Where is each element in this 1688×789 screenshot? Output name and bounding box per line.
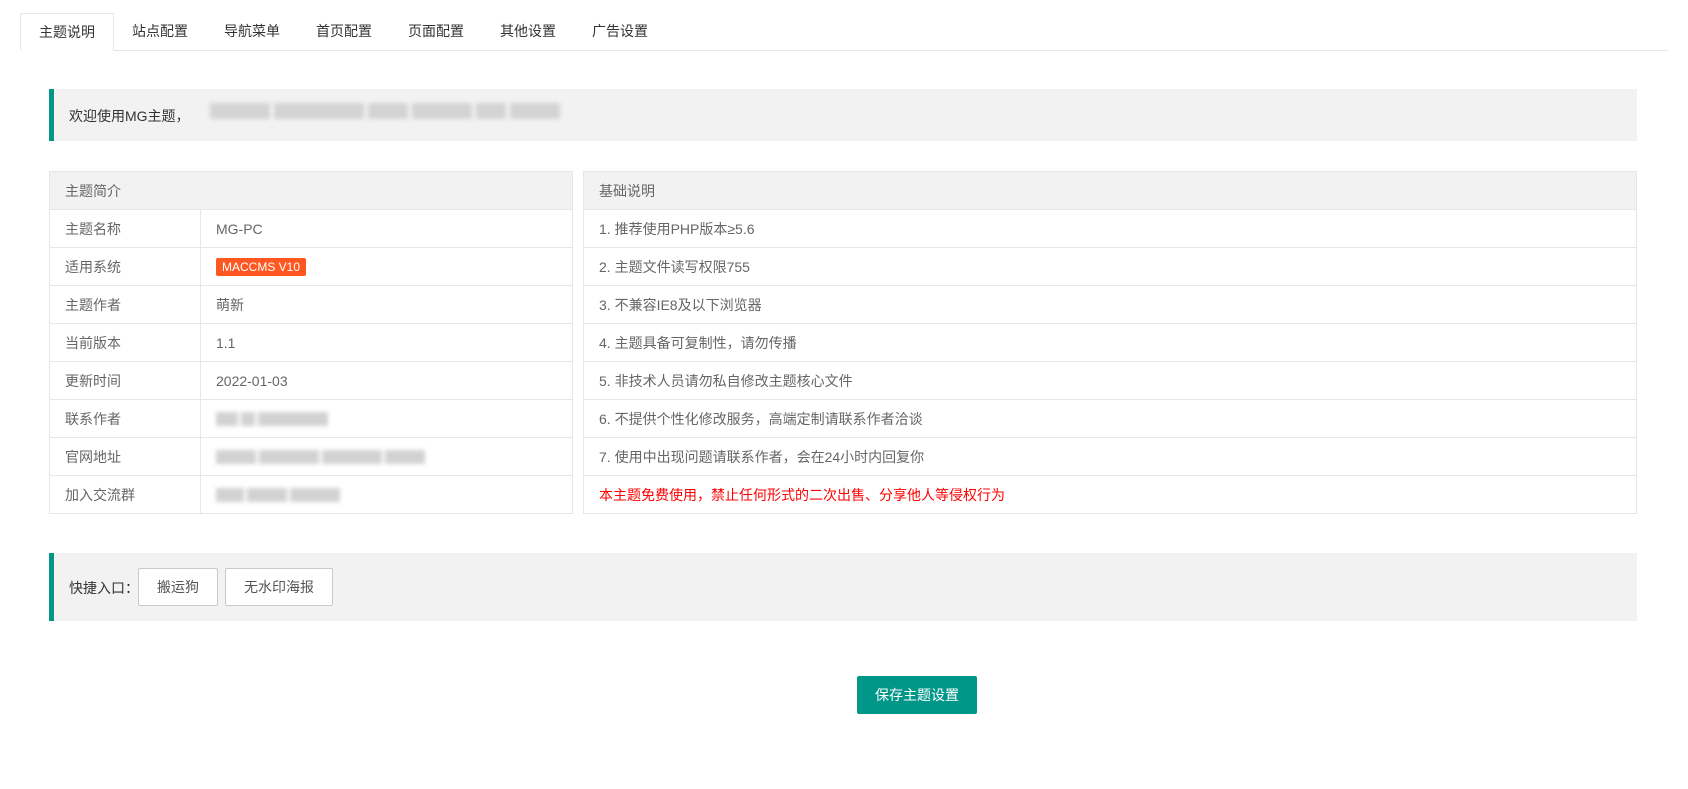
welcome-text: 欢迎使用MG主题， bbox=[69, 108, 190, 124]
author-value: 萌新 bbox=[200, 285, 573, 324]
quick-links-bar: 快捷入口： 搬运狗 无水印海报 bbox=[49, 553, 1637, 621]
tab-bar: 主题说明 站点配置 导航菜单 首页配置 页面配置 其他设置 广告设置 bbox=[20, 13, 1668, 51]
no-watermark-poster-button[interactable]: 无水印海报 bbox=[225, 568, 333, 606]
table-row: 官网地址 bbox=[49, 437, 573, 476]
redacted-text bbox=[210, 103, 570, 125]
basic-table-header: 基础说明 bbox=[583, 171, 1637, 210]
theme-name-value: MG-PC bbox=[200, 209, 573, 248]
table-row: 主题名称 MG-PC bbox=[49, 209, 573, 248]
table-row: 适用系统 MACCMS V10 bbox=[49, 247, 573, 286]
row-key: 主题名称 bbox=[49, 209, 201, 248]
intro-table-header: 主题简介 bbox=[49, 171, 573, 210]
note-item: 2. 主题文件读写权限755 bbox=[583, 247, 1637, 286]
quick-links-label: 快捷入口： bbox=[69, 580, 139, 596]
system-badge: MACCMS V10 bbox=[216, 257, 307, 276]
row-key: 适用系统 bbox=[49, 247, 201, 286]
row-key: 官网地址 bbox=[49, 437, 201, 476]
table-row: 联系作者 bbox=[49, 399, 573, 438]
redacted-group[interactable] bbox=[216, 485, 557, 505]
tab-site-config[interactable]: 站点配置 bbox=[114, 13, 206, 50]
tab-home-config[interactable]: 首页配置 bbox=[298, 13, 390, 50]
table-row: 加入交流群 bbox=[49, 475, 573, 514]
tab-nav-menu[interactable]: 导航菜单 bbox=[206, 13, 298, 50]
row-key: 主题作者 bbox=[49, 285, 201, 324]
update-time-value: 2022-01-03 bbox=[200, 361, 573, 400]
copyright-warning: 本主题免费使用，禁止任何形式的二次出售、分享他人等侵权行为 bbox=[583, 475, 1637, 514]
tab-ad-settings[interactable]: 广告设置 bbox=[574, 13, 666, 50]
tab-theme-info[interactable]: 主题说明 bbox=[20, 13, 114, 51]
banyungou-button[interactable]: 搬运狗 bbox=[138, 568, 218, 606]
row-key: 加入交流群 bbox=[49, 475, 201, 514]
row-key: 联系作者 bbox=[49, 399, 201, 438]
note-item: 5. 非技术人员请勿私自修改主题核心文件 bbox=[583, 361, 1637, 400]
tab-other-settings[interactable]: 其他设置 bbox=[482, 13, 574, 50]
note-item: 1. 推荐使用PHP版本≥5.6 bbox=[583, 209, 1637, 248]
table-row: 更新时间 2022-01-03 bbox=[49, 361, 573, 400]
note-item: 6. 不提供个性化修改服务，高端定制请联系作者洽谈 bbox=[583, 399, 1637, 438]
redacted-contact bbox=[216, 409, 557, 429]
table-row: 主题作者 萌新 bbox=[49, 285, 573, 324]
table-row: 当前版本 1.1 bbox=[49, 323, 573, 362]
theme-intro-table: 主题简介 主题名称 MG-PC 适用系统 MACCMS V10 主题作者 萌新 … bbox=[49, 171, 573, 514]
note-item: 7. 使用中出现问题请联系作者，会在24小时内回复你 bbox=[583, 437, 1637, 476]
version-value: 1.1 bbox=[200, 323, 573, 362]
row-key: 当前版本 bbox=[49, 323, 201, 362]
save-theme-settings-button[interactable]: 保存主题设置 bbox=[857, 676, 977, 714]
theme-settings-page: 主题说明 站点配置 导航菜单 首页配置 页面配置 其他设置 广告设置 欢迎使用M… bbox=[0, 0, 1688, 789]
note-item: 4. 主题具备可复制性，请勿传播 bbox=[583, 323, 1637, 362]
basic-notes-table: 基础说明 1. 推荐使用PHP版本≥5.6 2. 主题文件读写权限755 3. … bbox=[583, 171, 1637, 514]
row-key: 更新时间 bbox=[49, 361, 201, 400]
tab-page-config[interactable]: 页面配置 bbox=[390, 13, 482, 50]
note-item: 3. 不兼容IE8及以下浏览器 bbox=[583, 285, 1637, 324]
redacted-website[interactable] bbox=[216, 447, 557, 467]
